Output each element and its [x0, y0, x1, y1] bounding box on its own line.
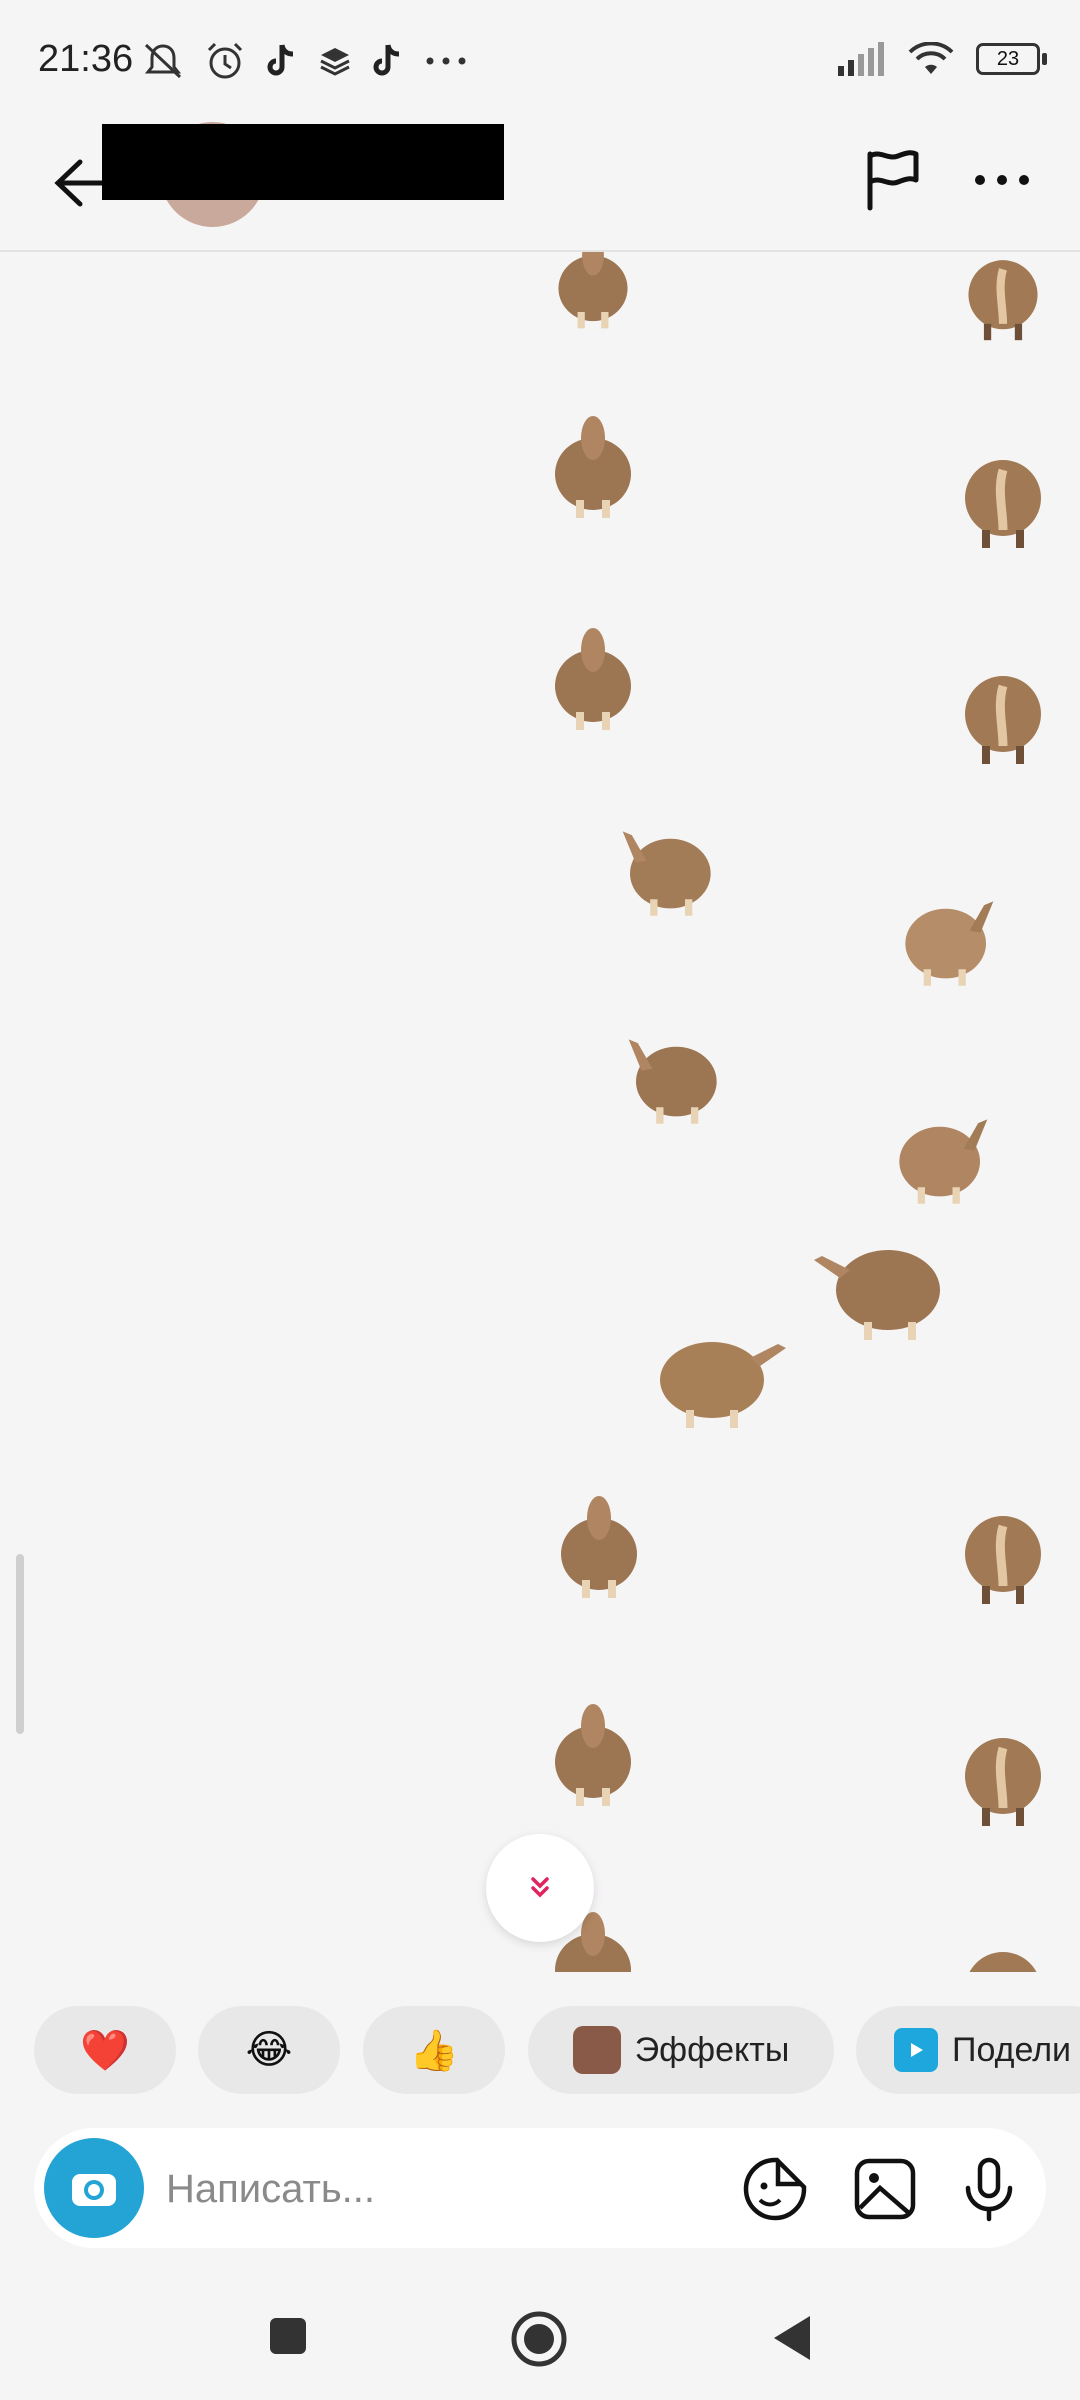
scroll-indicator: [16, 1554, 24, 1734]
status-system-icons: 23: [836, 42, 1047, 76]
camera-icon: [72, 2174, 116, 2206]
heart-emoji: ❤️: [80, 2027, 130, 2074]
alarm-icon: [207, 42, 243, 79]
horse-sticker[interactable]: [614, 1022, 724, 1132]
share-label: Подели: [952, 2030, 1072, 2069]
horse-sticker[interactable]: [808, 1234, 948, 1344]
horse-sticker[interactable]: [898, 884, 1008, 994]
tiktok-icon: [373, 44, 400, 76]
effects-button[interactable]: Эффекты: [528, 2006, 834, 2094]
horse-sticker[interactable]: [958, 1932, 1048, 1972]
effects-thumbnail-icon: [572, 2026, 621, 2074]
horse-sticker[interactable]: [958, 1718, 1048, 1828]
flag-icon[interactable]: [860, 146, 926, 212]
message-composer: [34, 2128, 1046, 2248]
tiktok-icon: [267, 44, 294, 76]
laugh-reaction-button[interactable]: 😂: [198, 2006, 340, 2094]
horse-sticker[interactable]: [608, 814, 718, 924]
message-input[interactable]: [164, 2148, 728, 2230]
share-button[interactable]: Подели: [856, 2006, 1080, 2094]
horse-sticker[interactable]: [958, 1496, 1048, 1606]
redacted-name: [102, 124, 504, 200]
horse-sticker[interactable]: [958, 252, 1048, 342]
horse-sticker[interactable]: [548, 252, 638, 332]
microphone-icon[interactable]: [956, 2156, 1022, 2222]
scroll-down-button[interactable]: [486, 1834, 594, 1942]
battery-level: 23: [996, 47, 1020, 70]
laugh-emoji: 😂: [245, 2027, 293, 2073]
camera-button[interactable]: [44, 2138, 144, 2238]
mute-bell-icon: [144, 43, 182, 79]
message-list[interactable]: [0, 252, 1080, 1972]
status-notification-icons: [140, 40, 468, 82]
horse-sticker[interactable]: [548, 1700, 638, 1810]
more-dots-icon: [426, 57, 466, 65]
quick-reactions-bar: ❤️ 😂 👍 Эффекты Подели: [0, 2006, 1080, 2096]
chat-header: [0, 120, 1080, 252]
thumbs-up-reaction-button[interactable]: 👍: [363, 2006, 505, 2094]
thumbs-up-emoji: 👍: [409, 2027, 459, 2074]
horse-sticker[interactable]: [958, 440, 1048, 550]
effects-label: Эффекты: [634, 2030, 790, 2069]
horse-sticker[interactable]: [554, 1492, 644, 1602]
status-bar: 21:36 23: [0, 0, 1080, 120]
signal-icon: [838, 42, 884, 76]
horse-sticker[interactable]: [548, 412, 638, 522]
more-icon[interactable]: [972, 160, 1032, 200]
home-icon[interactable]: [510, 2310, 568, 2368]
battery-icon: 23: [976, 43, 1047, 75]
recent-apps-icon[interactable]: [268, 2316, 308, 2356]
sticker-icon[interactable]: [742, 2156, 808, 2222]
horse-sticker[interactable]: [652, 1322, 792, 1432]
status-time: 21:36: [38, 38, 134, 80]
gallery-icon[interactable]: [852, 2156, 918, 2222]
play-icon: [894, 2028, 938, 2072]
horse-sticker[interactable]: [958, 656, 1048, 766]
horse-sticker[interactable]: [548, 624, 638, 734]
double-chevron-down-icon: [531, 1877, 549, 1898]
heart-reaction-button[interactable]: ❤️: [34, 2006, 176, 2094]
system-navigation-bar: [0, 2270, 1080, 2400]
horse-sticker[interactable]: [892, 1102, 1002, 1212]
wifi-icon: [908, 42, 954, 74]
back-icon[interactable]: [770, 2314, 814, 2362]
layers-icon: [320, 48, 350, 76]
